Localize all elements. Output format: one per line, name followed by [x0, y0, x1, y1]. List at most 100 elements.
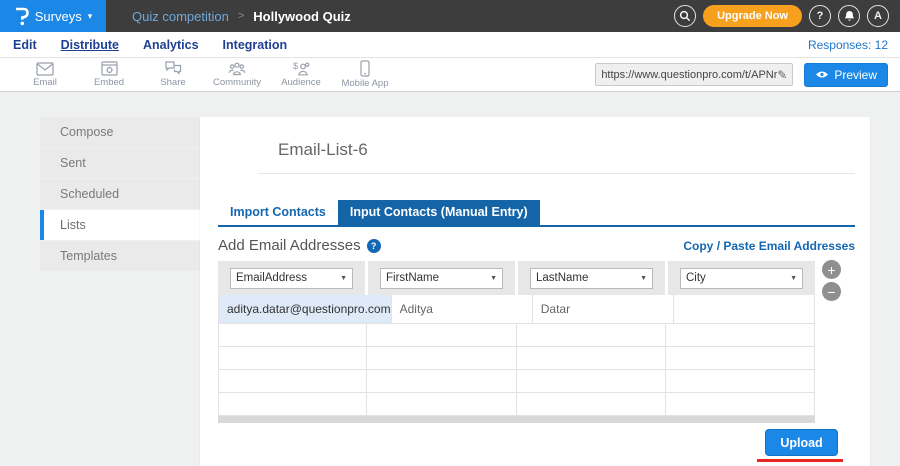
edit-url-pencil-icon[interactable]: ✎: [777, 68, 787, 82]
questionpro-logo-icon: [14, 7, 29, 26]
breadcrumb: Quiz competition > Hollywood Quiz: [132, 9, 351, 24]
cell-firstname[interactable]: [367, 370, 516, 393]
cell-email[interactable]: [218, 393, 367, 416]
cell-firstname[interactable]: Aditya: [392, 295, 533, 324]
help-question-icon[interactable]: ?: [367, 239, 381, 253]
contacts-tabs: Import Contacts Input Contacts (Manual E…: [218, 200, 855, 227]
cell-lastname[interactable]: [517, 324, 666, 347]
product-name: Surveys: [35, 9, 82, 24]
cell-email[interactable]: [218, 347, 367, 370]
upload-button[interactable]: Upload: [765, 429, 838, 456]
sidebar-item-compose[interactable]: Compose: [40, 117, 200, 147]
red-annotation-underline: [757, 459, 843, 462]
table-row: [218, 393, 815, 416]
channel-community[interactable]: Community: [205, 60, 269, 89]
chevron-down-icon: ▾: [88, 11, 93, 22]
app-screen: Surveys ▾ Quiz competition > Hollywood Q…: [0, 0, 900, 466]
svg-text:$: $: [293, 61, 298, 71]
sidebar-item-lists[interactable]: Lists: [40, 210, 200, 240]
column-select-firstname[interactable]: FirstName: [380, 268, 503, 289]
copy-paste-email-link[interactable]: Copy / Paste Email Addresses: [683, 239, 855, 253]
email-envelope-icon: [36, 62, 54, 76]
cell-lastname[interactable]: [517, 370, 666, 393]
nav-item-distribute[interactable]: Distribute: [61, 38, 119, 52]
upgrade-now-button[interactable]: Upgrade Now: [703, 5, 802, 27]
channel-label: Mobile App: [341, 78, 388, 89]
bell-icon: [844, 10, 855, 22]
section-title-text: Add Email Addresses: [218, 237, 361, 254]
tab-import-contacts[interactable]: Import Contacts: [218, 200, 338, 225]
cell-city[interactable]: [666, 370, 815, 393]
remove-row-button[interactable]: −: [822, 282, 841, 301]
lists-panel: Email-List-6 Import Contacts Input Conta…: [200, 117, 870, 466]
channel-embed[interactable]: Embed: [77, 60, 141, 89]
distribute-toolbar: Email Embed Share Community: [0, 58, 900, 92]
column-select-lastname[interactable]: LastName: [530, 268, 653, 289]
survey-url-input[interactable]: [601, 69, 777, 81]
top-actions: Upgrade Now ? A: [674, 5, 900, 27]
survey-nav: Edit Distribute Analytics Integration Re…: [0, 32, 900, 58]
contacts-table: EmailAddress ▼ FirstName ▼ LastName ▼: [218, 261, 815, 423]
cell-city[interactable]: [674, 295, 815, 324]
cell-lastname[interactable]: [517, 347, 666, 370]
breadcrumb-current: Hollywood Quiz: [253, 9, 351, 24]
community-people-icon: [228, 62, 246, 76]
cell-lastname[interactable]: [517, 393, 666, 416]
title-divider: [258, 173, 855, 174]
cell-email[interactable]: aditya.datar@questionpro.com: [218, 295, 392, 324]
column-header: LastName ▼: [518, 261, 665, 295]
cell-firstname[interactable]: [367, 393, 516, 416]
product-switcher[interactable]: Surveys ▾: [0, 0, 106, 32]
cell-firstname[interactable]: [367, 347, 516, 370]
tab-input-contacts-manual[interactable]: Input Contacts (Manual Entry): [338, 200, 540, 225]
add-row-button[interactable]: +: [822, 260, 841, 279]
column-header: City ▼: [668, 261, 815, 295]
help-button[interactable]: ?: [809, 5, 831, 27]
channel-label: Share: [160, 77, 185, 88]
sidebar-item-templates[interactable]: Templates: [40, 241, 200, 271]
preview-label: Preview: [834, 68, 877, 82]
embed-window-gear-icon: [101, 61, 118, 76]
channel-label: Email: [33, 77, 57, 88]
email-list-title: Email-List-6: [278, 117, 870, 160]
horizontal-scrollbar[interactable]: [218, 416, 815, 423]
channel-email[interactable]: Email: [13, 60, 77, 89]
avatar[interactable]: A: [867, 5, 889, 27]
search-button[interactable]: [674, 5, 696, 27]
channel-label: Audience: [281, 77, 321, 88]
add-emails-header-row: Add Email Addresses ? Copy / Paste Email…: [218, 237, 855, 254]
column-header: FirstName ▼: [368, 261, 515, 295]
preview-button[interactable]: Preview: [804, 63, 888, 87]
table-row: [218, 347, 815, 370]
share-chat-bubbles-icon: [164, 61, 182, 76]
cell-lastname[interactable]: Datar: [533, 295, 674, 324]
channel-audience[interactable]: $ Audience: [269, 60, 333, 89]
breadcrumb-parent[interactable]: Quiz competition: [132, 9, 229, 24]
breadcrumb-separator-icon: >: [238, 10, 244, 22]
cell-email[interactable]: [218, 324, 367, 347]
cell-firstname[interactable]: [367, 324, 516, 347]
toolbar-right: ✎ Preview: [595, 63, 900, 87]
column-select-city[interactable]: City: [680, 268, 803, 289]
responses-count[interactable]: Responses: 12: [808, 38, 900, 52]
top-header: Surveys ▾ Quiz competition > Hollywood Q…: [0, 0, 900, 32]
channel-list: Email Embed Share Community: [0, 60, 397, 89]
nav-item-edit[interactable]: Edit: [13, 38, 37, 52]
channel-mobile-app[interactable]: Mobile App: [333, 60, 397, 89]
cell-city[interactable]: [666, 393, 815, 416]
channel-label: Community: [213, 77, 261, 88]
channel-label: Embed: [94, 77, 124, 88]
sidebar-item-scheduled[interactable]: Scheduled: [40, 179, 200, 209]
cell-city[interactable]: [666, 347, 815, 370]
notifications-button[interactable]: [838, 5, 860, 27]
nav-item-analytics[interactable]: Analytics: [143, 38, 199, 52]
nav-item-integration[interactable]: Integration: [223, 38, 288, 52]
cell-city[interactable]: [666, 324, 815, 347]
column-header: EmailAddress ▼: [218, 261, 365, 295]
search-icon: [679, 10, 691, 22]
cell-email[interactable]: [218, 370, 367, 393]
sidebar-item-sent[interactable]: Sent: [40, 148, 200, 178]
channel-share[interactable]: Share: [141, 60, 205, 89]
column-select-email[interactable]: EmailAddress: [230, 268, 353, 289]
email-sidebar: Compose Sent Scheduled Lists Templates: [40, 117, 200, 272]
